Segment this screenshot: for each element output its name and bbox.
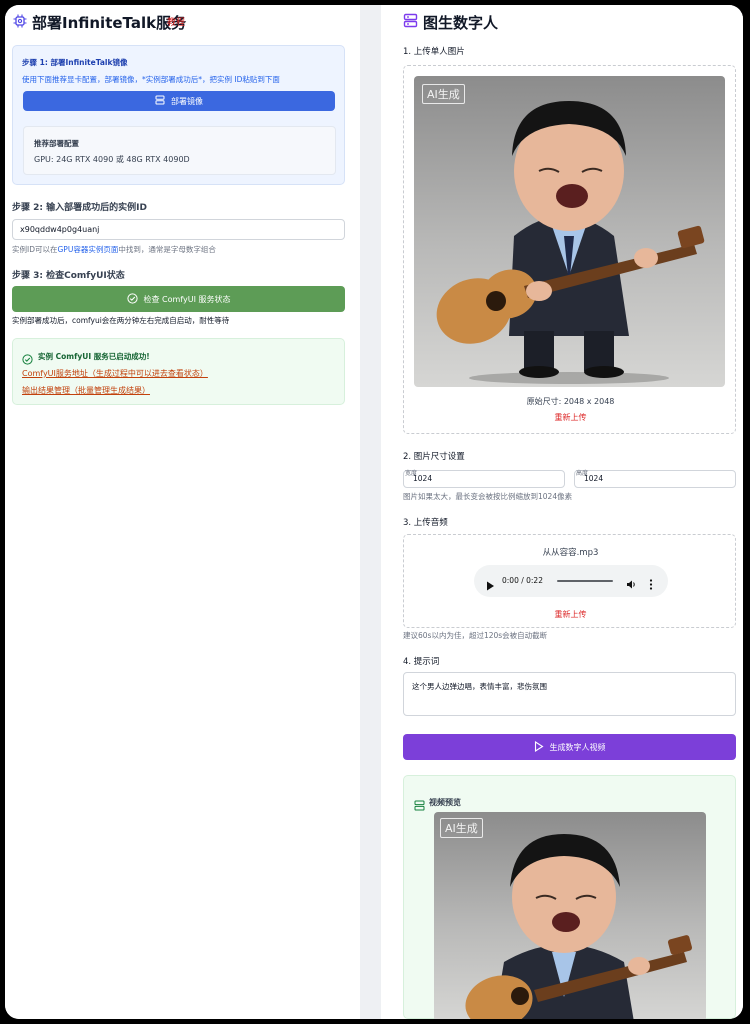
original-size-text: 原始尺寸: 2048 x 2048	[526, 397, 615, 406]
size-settings-label: 2. 图片尺寸设置	[403, 452, 465, 462]
prompt-value: 这个男人边弹边唱，表情丰富，悲伤氛围	[412, 682, 547, 691]
prompt-label: 4. 提示词	[403, 657, 440, 667]
app-frame: 部署InfiniteTalk服务 教程 步骤 1: 部署InfiniteTalk…	[5, 5, 743, 1019]
tutorial-link[interactable]: 教程	[167, 15, 185, 28]
deploy-title: 部署InfiniteTalk服务	[32, 14, 187, 32]
step1-card: 步骤 1: 部署InfiniteTalk镜像 使用下面推荐显卡配置，部署镜像，*…	[12, 45, 345, 185]
prompt-textarea[interactable]: 这个男人边弹边唱，表情丰富，悲伤氛围	[403, 672, 736, 716]
digital-human-panel: 图生数字人 1. 上传单人图片 AI生成 原始尺寸: 2048 x 2048 重…	[381, 5, 743, 1019]
success-check-icon	[22, 350, 33, 369]
uploaded-image: AI生成	[414, 76, 725, 387]
reupload-audio-button[interactable]: 重新上传	[404, 609, 737, 620]
recommend-title: 推荐部署配置	[34, 139, 79, 148]
audio-progress-bar[interactable]	[557, 580, 613, 582]
deploy-image-button[interactable]: 部署镜像	[23, 91, 335, 111]
gpu-instance-page-link[interactable]: GPU容器实例页面	[58, 245, 119, 254]
instance-id-hint: 实例ID可以在GPU容器实例页面中找到，通常是字母数字组合	[12, 244, 216, 255]
upload-image-label: 1. 上传单人图片	[403, 47, 465, 57]
step3-title: 步骤 3: 检查ComfyUI状态	[12, 271, 125, 281]
video-preview-icon	[414, 796, 425, 815]
man-with-guitar-illustration	[436, 101, 705, 384]
comfyui-service-link[interactable]: ComfyUI服务地址（生成过程中可以进去查看状态）	[22, 368, 208, 379]
video-preview-card: 视频预览 AI生成	[403, 775, 736, 1019]
audio-player: 0:00 / 0:22	[474, 565, 668, 597]
play-outline-icon	[534, 740, 544, 754]
recommend-config-box: 推荐部署配置 GPU: 24G RTX 4090 或 48G RTX 4090D	[23, 126, 336, 175]
hint-suffix: 中找到，通常是字母数字组合	[118, 245, 216, 254]
check-status-button[interactable]: 检查 ComfyUI 服务状态	[12, 286, 345, 312]
volume-icon[interactable]	[626, 575, 637, 594]
preview-man-with-guitar-illustration	[465, 834, 693, 1019]
instance-id-input[interactable]: x90qddw4p0g4uanj	[12, 219, 345, 240]
width-value: 1024	[413, 474, 433, 483]
size-hint: 图片如果太大，最长变会被按比例缩放到1024像素	[403, 492, 573, 501]
reupload-image-button[interactable]: 重新上传	[404, 412, 737, 423]
chip-icon	[13, 13, 27, 28]
play-icon[interactable]	[486, 576, 495, 595]
step1-description: 使用下面推荐显卡配置，部署镜像，*实例部署成功后*，把实例 ID粘贴到下面	[22, 75, 280, 84]
generate-video-button-label: 生成数字人视频	[549, 742, 606, 752]
check-status-button-label: 检查 ComfyUI 服务状态	[143, 294, 231, 304]
recommend-value: GPU: 24G RTX 4090 或 48G RTX 4090D	[34, 155, 190, 164]
step1-title: 步骤 1: 部署InfiniteTalk镜像	[22, 58, 128, 67]
video-preview-label: 视频预览	[429, 798, 461, 807]
audio-time: 0:00 / 0:22	[502, 576, 543, 585]
generate-video-button[interactable]: 生成数字人视频	[403, 734, 736, 760]
audio-hint: 建议60s以内为佳，超过120s会被自动截断	[403, 631, 548, 640]
server-icon	[155, 95, 165, 107]
height-input[interactable]: 高度 1024	[574, 470, 736, 488]
panel-divider	[360, 5, 381, 1019]
check-circle-icon	[126, 292, 138, 306]
server-stack-icon	[403, 13, 418, 32]
step2-title: 步骤 2: 输入部署成功后的实例ID	[12, 203, 147, 213]
success-card: 实例 ComfyUI 服务已启动成功! ComfyUI服务地址（生成过程中可以进…	[12, 338, 345, 405]
more-options-icon[interactable]	[649, 575, 653, 594]
startup-note: 实例部署成功后，comfyui会在两分钟左右完成自启动，耐性等待	[12, 316, 230, 325]
audio-upload-area[interactable]: 从从容容.mp3 0:00 / 0:22 重新上传	[403, 534, 736, 628]
video-preview-player[interactable]: AI生成	[434, 812, 706, 1019]
deploy-panel: 部署InfiniteTalk服务 教程 步骤 1: 部署InfiniteTalk…	[5, 5, 360, 1019]
audio-filename: 从从容容.mp3	[542, 548, 599, 558]
success-text: 实例 ComfyUI 服务已启动成功!	[38, 352, 150, 361]
deploy-image-button-label: 部署镜像	[171, 96, 203, 106]
width-input[interactable]: 宽度 1024	[403, 470, 565, 488]
image-upload-area[interactable]: AI生成 原始尺寸: 2048 x 2048 重新上传	[403, 65, 736, 434]
upload-audio-label: 3. 上传音频	[403, 518, 448, 528]
height-value: 1024	[584, 474, 604, 483]
digital-human-title: 图生数字人	[423, 14, 499, 32]
output-management-link[interactable]: 输出结果管理（批量管理生成结果）	[22, 385, 150, 396]
hint-prefix: 实例ID可以在	[12, 245, 58, 254]
